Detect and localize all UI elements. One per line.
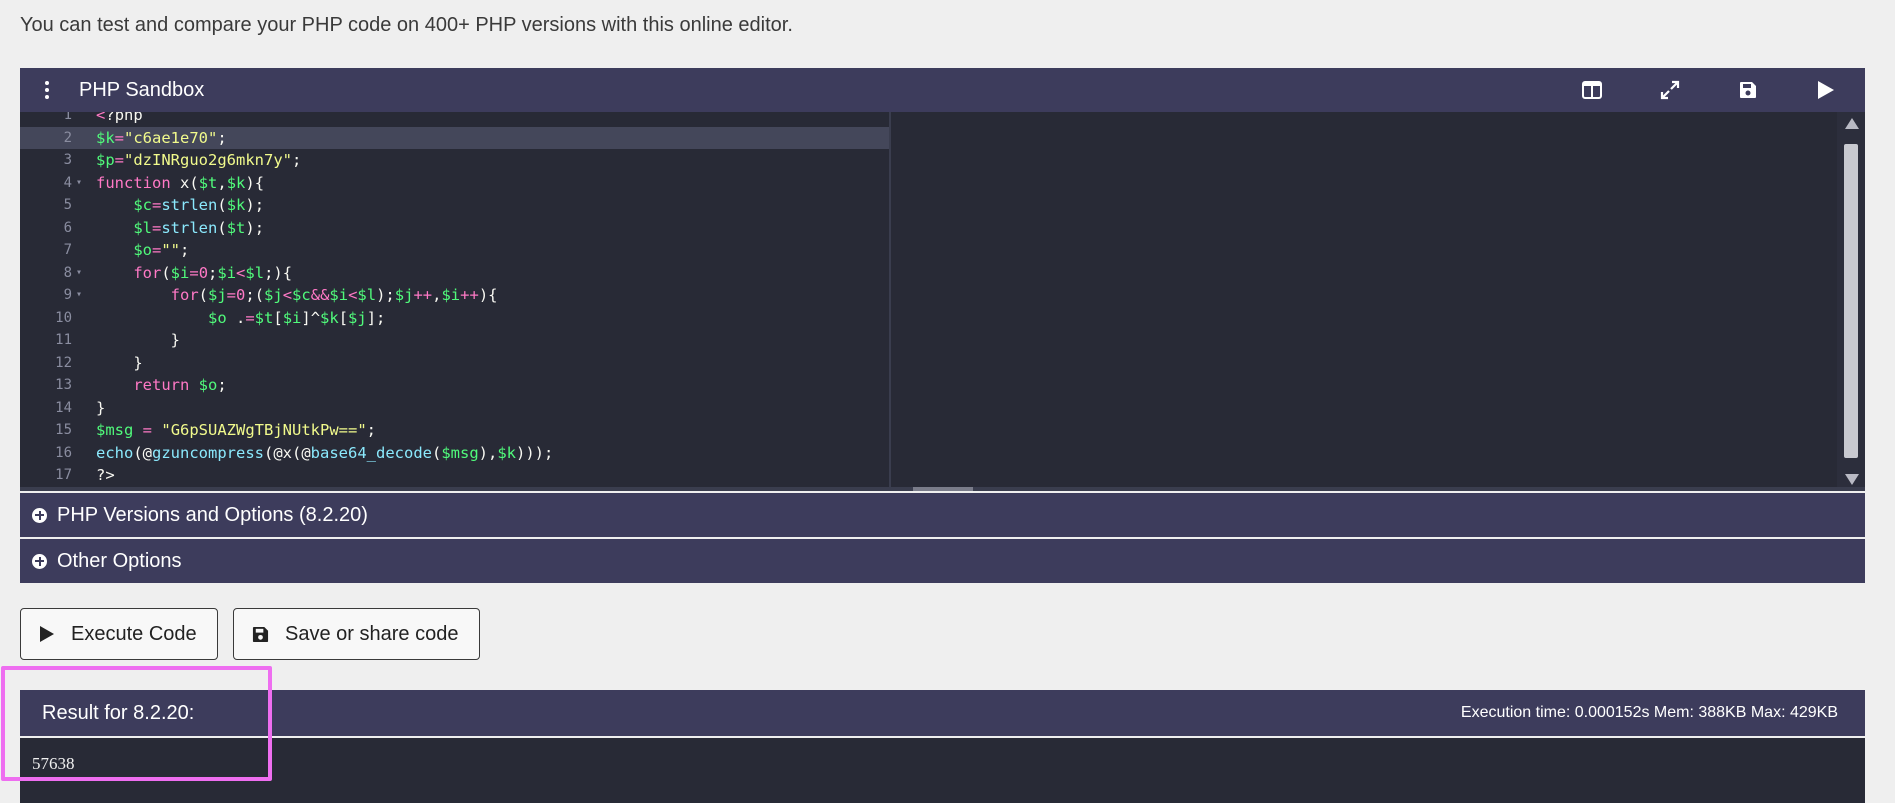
horizontal-scrollbar[interactable] [20, 487, 1865, 491]
code-text: $c=strlen($k); [133, 196, 265, 214]
code-line[interactable]: 3 $p="dzINRguo2g6mkn7y"; [20, 149, 890, 172]
code-text: $l=strlen($t); [133, 218, 265, 237]
line-number: 9 [63, 287, 72, 303]
plus-circle-icon [32, 507, 47, 523]
sandbox-toolbar [1553, 68, 1865, 112]
vertical-scrollbar[interactable] [1837, 112, 1865, 491]
line-number: 15 [55, 422, 72, 438]
execute-code-button[interactable]: Execute Code [20, 608, 218, 660]
code-text: ?> [96, 466, 115, 484]
code-text: function x($t,$k){ [96, 173, 265, 192]
code-text: $msg = "G6pSUAZWgTBjNUtkPw=="; [96, 421, 377, 439]
code-line[interactable]: 6 $l=strlen($t); [20, 217, 890, 240]
code-text: } [96, 353, 143, 372]
result-output: 57638 [20, 736, 1865, 803]
sandbox-header: PHP Sandbox [20, 68, 1865, 112]
fold-arrow-icon[interactable]: ▾ [76, 284, 82, 307]
code-line[interactable]: 14} [20, 397, 890, 420]
line-number: 5 [63, 197, 72, 213]
floppy-disk-icon [252, 626, 269, 643]
line-number: 3 [63, 152, 72, 168]
execute-code-label: Execute Code [71, 622, 197, 645]
code-text: $o=""; [133, 241, 190, 259]
plus-circle-icon [32, 553, 47, 569]
code-text: for($i=0;$i<$l;){ [133, 263, 293, 282]
fullscreen-icon[interactable] [1631, 68, 1709, 112]
scroll-up-icon[interactable] [1845, 118, 1859, 129]
php-versions-label: PHP Versions and Options (8.2.20) [57, 503, 368, 526]
code-editor[interactable]: 1 <?php 2 $k="c6ae1e70"; 3 $p="dzINRguo2g6mkn… [20, 112, 1865, 491]
code-line[interactable]: 5 $c=strlen($k); [20, 194, 890, 217]
menu-kebab-icon[interactable] [37, 81, 57, 99]
save-icon[interactable] [1709, 68, 1787, 112]
code-text: $k="c6ae1e70"; [96, 128, 227, 147]
code-line[interactable]: 16 echo(@gzuncompress(@x(@base64_decode($… [20, 442, 890, 465]
play-icon [39, 625, 55, 643]
code-text: $p="dzINRguo2g6mkn7y"; [96, 151, 302, 169]
scroll-down-icon[interactable] [1845, 474, 1859, 485]
code-lines: 1 <?php 2 $k="c6ae1e70"; 3 $p="dzINRguo2g6mkn… [20, 112, 890, 487]
php-versions-accordion[interactable]: PHP Versions and Options (8.2.20) [20, 491, 1865, 537]
code-line[interactable]: 7 $o=""; [20, 239, 890, 262]
result-title: Result for 8.2.20: [42, 701, 195, 724]
result-panel: Result for 8.2.20: Execution time: 0.000… [20, 690, 1865, 803]
line-number: 11 [55, 332, 72, 348]
code-line[interactable]: 13 return $o; [20, 374, 890, 397]
code-text: } [96, 398, 106, 417]
line-number: 4 [63, 174, 72, 191]
line-number: 6 [63, 219, 72, 236]
code-text: $o .=$t[$i]^$k[$j]; [207, 308, 386, 327]
execution-stats: Execution time: 0.000152s Mem: 388KB Max… [1460, 704, 1838, 721]
code-line[interactable]: 4 ▾ function x($t,$k){ [20, 172, 890, 195]
line-number: 1 [63, 112, 72, 123]
result-header: Result for 8.2.20: Execution time: 0.000… [20, 690, 1865, 736]
line-number: 13 [55, 377, 72, 393]
split-view-icon[interactable] [1553, 68, 1631, 112]
code-line[interactable]: 12 } [20, 352, 890, 375]
code-line[interactable]: 11 } [20, 329, 890, 352]
sandbox-title: PHP Sandbox [79, 78, 205, 101]
code-text: return $o; [133, 376, 227, 394]
line-number: 10 [55, 309, 72, 326]
line-number: 7 [63, 242, 72, 258]
code-text: } [96, 331, 180, 349]
intro-text: You can test and compare your PHP code o… [20, 14, 793, 36]
fold-arrow-icon[interactable]: ▾ [76, 262, 82, 285]
save-share-button[interactable]: Save or share code [233, 608, 480, 660]
resize-handle[interactable] [913, 487, 973, 491]
line-number: 8 [63, 264, 72, 281]
fold-arrow-icon[interactable]: ▾ [76, 172, 82, 195]
line-number: 16 [55, 444, 72, 461]
line-number: 17 [55, 467, 72, 483]
line-number: 14 [55, 399, 72, 416]
code-line[interactable]: 10 $o .=$t[$i]^$k[$j]; [20, 307, 890, 330]
run-icon[interactable] [1787, 68, 1865, 112]
code-line[interactable]: 8 ▾ for($i=0;$i<$l;){ [20, 262, 890, 285]
php-sandbox: PHP Sandbox 1 <?php 2 $k="c6ae1e70"; 3 $p="dz… [20, 68, 1865, 583]
code-line[interactable]: 2 $k="c6ae1e70"; [20, 126, 890, 149]
save-share-label: Save or share code [285, 622, 459, 645]
line-number: 12 [55, 354, 72, 371]
other-options-label: Other Options [57, 549, 182, 572]
other-options-accordion[interactable]: Other Options [20, 537, 1865, 583]
code-line[interactable]: 15 $msg = "G6pSUAZWgTBjNUtkPw=="; [20, 419, 890, 442]
scroll-thumb[interactable] [1844, 144, 1858, 458]
code-text: echo(@gzuncompress(@x(@base64_decode($ms… [96, 443, 554, 462]
code-line[interactable]: 17 ?> [20, 464, 890, 487]
print-margin [889, 112, 891, 491]
code-text: for($j=0;($j<$c&&$i<$l);$j++,$i++){ [170, 286, 498, 304]
code-text: <?php [96, 112, 143, 124]
line-number: 2 [63, 129, 72, 146]
code-line[interactable]: 9 ▾ for($j=0;($j<$c&&$i<$l);$j++,$i++){ [20, 284, 890, 307]
code-line[interactable]: 1 <?php [20, 112, 890, 127]
